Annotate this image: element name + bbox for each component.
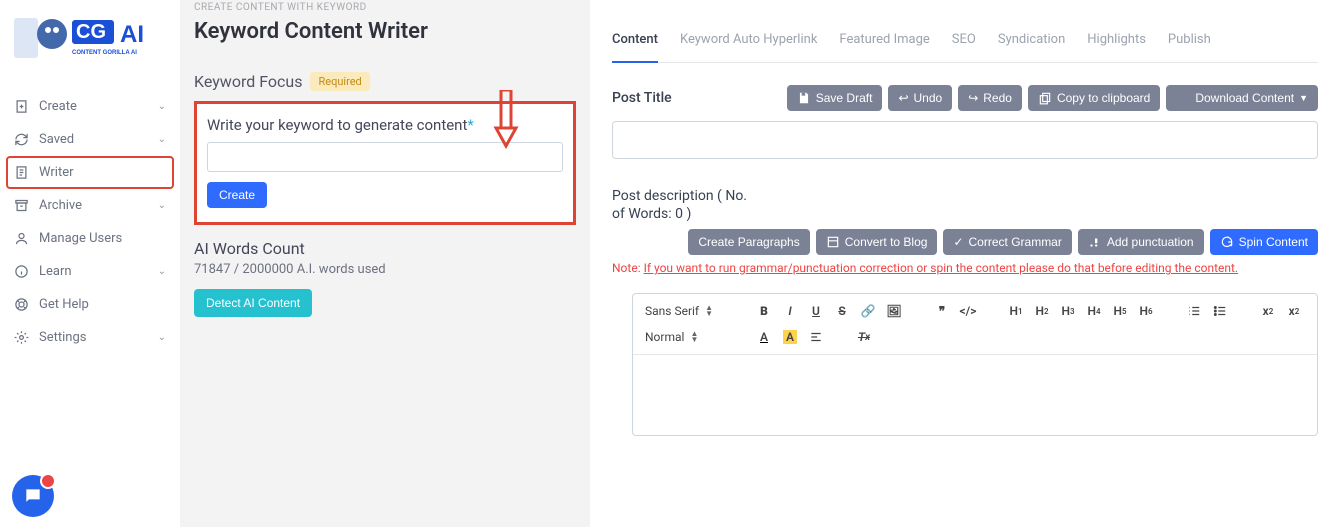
tabs: Content Keyword Auto Hyperlink Featured Im… <box>612 24 1318 63</box>
ai-words-line: 71847 / 2000000 A.I. words used <box>194 262 576 277</box>
nav-label: Learn <box>39 264 148 279</box>
sidebar-item-saved[interactable]: Saved ⌄ <box>6 123 174 156</box>
left-pane: CREATE CONTENT WITH KEYWORD Keyword Cont… <box>180 0 590 527</box>
tab-featured-image[interactable]: Featured Image <box>839 24 929 62</box>
copy-clipboard-button[interactable]: Copy to clipboard <box>1028 85 1160 111</box>
nav-label: Get Help <box>39 297 166 312</box>
svg-text:CG: CG <box>76 21 106 43</box>
nav-label: Create <box>39 99 148 114</box>
font-color-icon[interactable]: A <box>755 328 773 346</box>
editor: Sans Serif▲▼ B I U S 🔗 🖼 ❞ </> H1 H2 H3 <box>632 293 1318 436</box>
note: Note: If you want to run grammar/punctua… <box>612 261 1318 275</box>
h1-button[interactable]: H1 <box>1007 302 1025 320</box>
tab-syndication[interactable]: Syndication <box>998 24 1065 62</box>
save-draft-button[interactable]: Save Draft <box>787 85 883 111</box>
detect-ai-button[interactable]: Detect AI Content <box>194 289 312 317</box>
ai-words-heading: AI Words Count <box>194 239 576 258</box>
note-link[interactable]: If you want to run grammar/punctuation c… <box>644 261 1239 275</box>
keyword-focus-heading: Keyword Focus <box>194 72 302 91</box>
subscript-button[interactable]: x2 <box>1259 302 1277 320</box>
logo: CG AI CONTENT GORILLA AI <box>6 8 174 90</box>
italic-button[interactable]: I <box>781 302 799 320</box>
svg-text:CONTENT GORILLA AI: CONTENT GORILLA AI <box>72 50 137 56</box>
tab-content[interactable]: Content <box>612 24 658 63</box>
sidebar-item-get-help[interactable]: Get Help <box>6 288 174 321</box>
user-icon <box>14 231 29 246</box>
align-icon[interactable] <box>807 328 825 346</box>
clear-format-icon[interactable]: Tx <box>855 328 873 346</box>
sidebar: CG AI CONTENT GORILLA AI Create ⌄ Saved ⌄ Writ… <box>0 0 180 527</box>
code-icon[interactable]: </> <box>959 302 977 320</box>
correct-grammar-button[interactable]: ✓Correct Grammar <box>943 229 1071 255</box>
image-icon[interactable]: 🖼 <box>885 302 903 320</box>
nav-label: Settings <box>39 330 148 345</box>
bg-color-icon[interactable]: A <box>781 328 799 346</box>
sidebar-item-create[interactable]: Create ⌄ <box>6 90 174 123</box>
sidebar-item-learn[interactable]: Learn ⌄ <box>6 255 174 288</box>
chevron-down-icon: ⌄ <box>158 134 166 145</box>
tab-highlights[interactable]: Highlights <box>1087 24 1146 62</box>
tab-publish[interactable]: Publish <box>1168 24 1211 62</box>
nav-label: Archive <box>39 198 148 213</box>
sidebar-item-manage-users[interactable]: Manage Users <box>6 222 174 255</box>
breadcrumb: CREATE CONTENT WITH KEYWORD <box>194 2 576 13</box>
nav-label: Writer <box>39 165 166 180</box>
unordered-list-icon[interactable] <box>1211 302 1229 320</box>
editor-toolbar: Sans Serif▲▼ B I U S 🔗 🖼 ❞ </> H1 H2 H3 <box>633 294 1317 355</box>
create-paragraphs-button[interactable]: Create Paragraphs <box>688 229 809 255</box>
ordered-list-icon[interactable] <box>1185 302 1203 320</box>
download-content-button[interactable]: Download Content▼ <box>1166 85 1318 111</box>
convert-blog-button[interactable]: Convert to Blog <box>816 229 938 255</box>
chat-bubble-icon[interactable] <box>12 475 54 517</box>
gear-icon <box>14 330 29 345</box>
keyword-box: Write your keyword to generate content* … <box>194 101 576 225</box>
font-family-select[interactable]: Sans Serif▲▼ <box>645 304 725 318</box>
help-icon <box>14 297 29 312</box>
post-title-label: Post Title <box>612 90 672 106</box>
h2-button[interactable]: H2 <box>1033 302 1051 320</box>
sidebar-item-archive[interactable]: Archive ⌄ <box>6 189 174 222</box>
create-button[interactable]: Create <box>207 182 267 208</box>
post-title-input[interactable] <box>612 121 1318 159</box>
sidebar-item-writer[interactable]: Writer <box>6 156 174 189</box>
h4-button[interactable]: H4 <box>1085 302 1103 320</box>
page-title: Keyword Content Writer <box>194 19 576 44</box>
bold-button[interactable]: B <box>755 302 773 320</box>
chevron-down-icon: ⌄ <box>158 332 166 343</box>
post-description-label: Post description ( No. of Words: 0 ) <box>612 187 762 223</box>
plus-doc-icon <box>14 99 29 114</box>
refresh-icon <box>14 132 29 147</box>
h3-button[interactable]: H3 <box>1059 302 1077 320</box>
chevron-down-icon: ⌄ <box>158 200 166 211</box>
nav-label: Saved <box>39 132 148 147</box>
svg-text:AI: AI <box>120 21 144 48</box>
nav-label: Manage Users <box>39 231 166 246</box>
link-icon[interactable]: 🔗 <box>859 302 877 320</box>
h5-button[interactable]: H5 <box>1111 302 1129 320</box>
main: CREATE CONTENT WITH KEYWORD Keyword Cont… <box>180 0 1336 527</box>
font-size-select[interactable]: Normal▲▼ <box>645 330 725 344</box>
archive-icon <box>14 198 29 213</box>
chevron-down-icon: ⌄ <box>158 101 166 112</box>
tab-keyword-auto-hyperlink[interactable]: Keyword Auto Hyperlink <box>680 24 817 62</box>
info-icon <box>14 264 29 279</box>
required-badge: Required <box>310 72 369 91</box>
right-pane: Content Keyword Auto Hyperlink Featured Im… <box>590 0 1336 527</box>
quote-icon[interactable]: ❞ <box>933 302 951 320</box>
spin-content-button[interactable]: Spin Content <box>1210 229 1318 255</box>
chevron-down-icon: ⌄ <box>158 266 166 277</box>
undo-button[interactable]: ↩Undo <box>888 85 952 111</box>
tab-seo[interactable]: SEO <box>952 24 976 62</box>
doc-icon <box>14 165 29 180</box>
strike-button[interactable]: S <box>833 302 851 320</box>
superscript-button[interactable]: x2 <box>1285 302 1303 320</box>
sidebar-item-settings[interactable]: Settings ⌄ <box>6 321 174 354</box>
editor-body[interactable] <box>633 355 1317 435</box>
add-punctuation-button[interactable]: Add punctuation <box>1078 229 1204 255</box>
redo-button[interactable]: ↪Redo <box>958 85 1022 111</box>
annotation-arrow-icon <box>493 90 519 150</box>
underline-button[interactable]: U <box>807 302 825 320</box>
h6-button[interactable]: H6 <box>1137 302 1155 320</box>
